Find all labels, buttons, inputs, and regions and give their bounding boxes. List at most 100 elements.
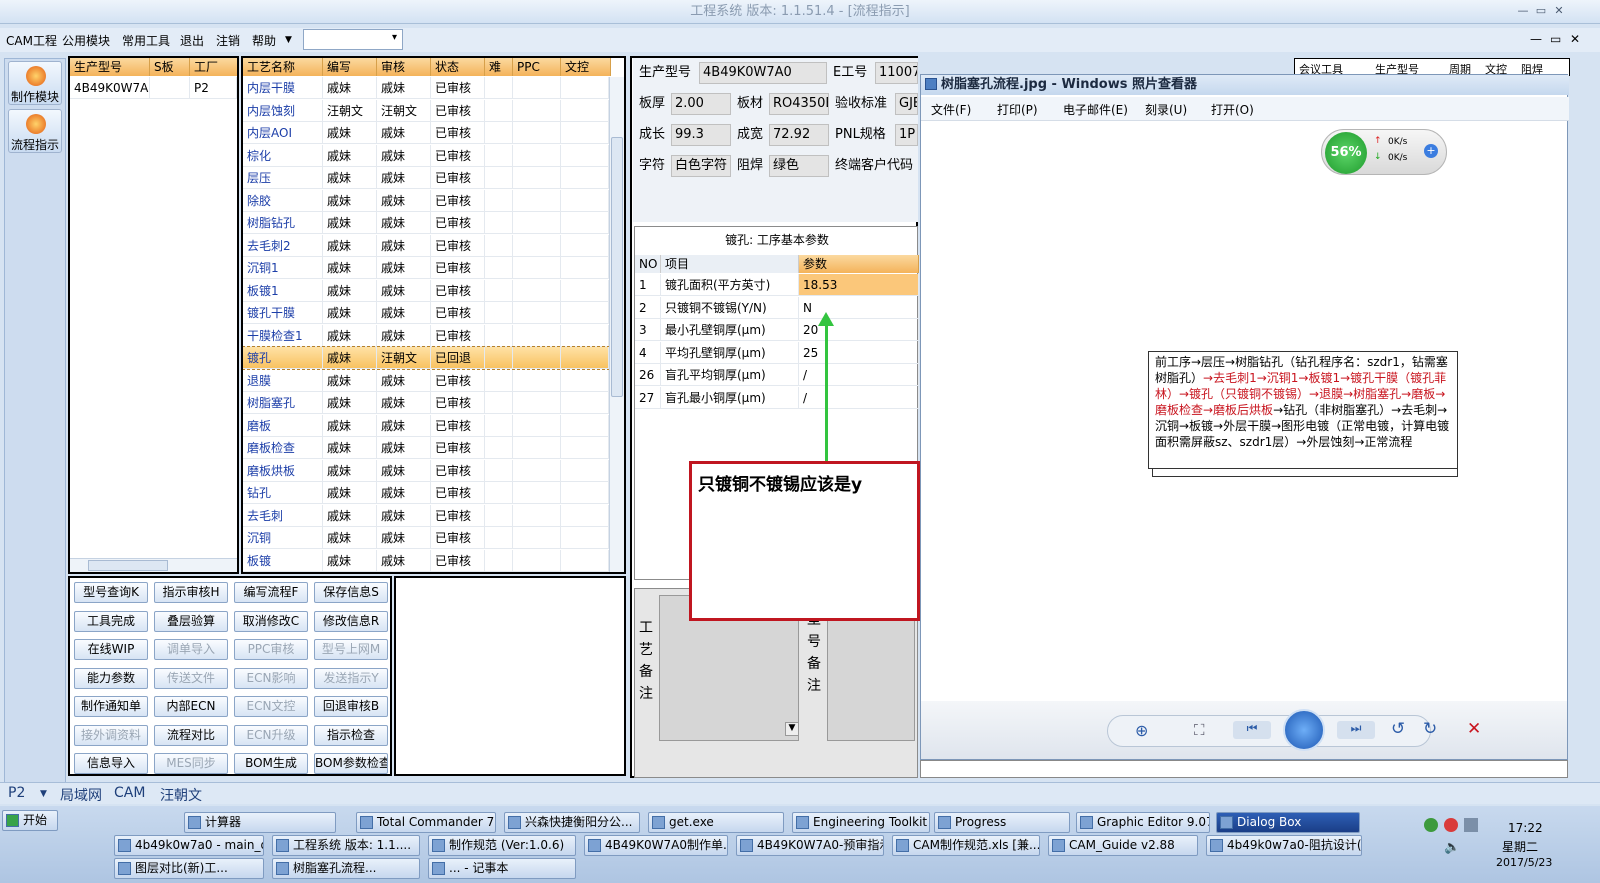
taskbar-button[interactable]: Total Commander 7.0...	[356, 812, 496, 833]
process-row[interactable]: 内层蚀刻 汪朝文 汪朝文 已审核	[243, 99, 609, 122]
model-row[interactable]: 4B49K0W7A0 P2	[70, 77, 237, 99]
material-field[interactable]: RO4350B	[769, 93, 829, 115]
standard-field[interactable]: GJB	[895, 93, 918, 115]
delete-icon[interactable]: ✕	[1467, 719, 1481, 739]
taskbar-button[interactable]: 工程系统 版本: 1.1....	[272, 835, 420, 856]
mask-field[interactable]: 绿色	[769, 155, 829, 177]
param-row[interactable]: 26 盲孔平均铜厚(μm) /	[635, 364, 919, 386]
process-row[interactable]: 去毛刺2 戚妹 戚妹 已审核	[243, 234, 609, 257]
taskbar-button[interactable]: 4B49K0W7A0-预审指示...	[736, 835, 884, 856]
minimize-icon[interactable]: —	[1515, 3, 1531, 19]
param-row[interactable]: 2 只镀铜不镀锡(Y/N) N	[635, 296, 919, 319]
action-button[interactable]: 回退审核B	[314, 696, 388, 717]
action-button[interactable]: 工具完成	[74, 610, 148, 632]
chevron-down-icon[interactable]: ▼	[40, 789, 47, 799]
taskbar-button[interactable]: 图层对比(新)工...	[114, 858, 264, 879]
width-field[interactable]: 72.92	[769, 124, 829, 146]
nav-make-module[interactable]: 制作模块	[8, 61, 62, 105]
taskbar-button[interactable]: CAM_Guide v2.88	[1048, 835, 1198, 856]
col-ppc[interactable]: PPC	[513, 58, 561, 76]
thickness-field[interactable]: 2.00	[671, 93, 731, 115]
process-row[interactable]: 退膜 戚妹 戚妹 已审核	[243, 369, 609, 392]
col-author[interactable]: 编写	[323, 58, 377, 76]
action-button[interactable]: 能力参数	[74, 667, 148, 689]
process-row[interactable]: 干膜检查1 戚妹 戚妹 已审核	[243, 324, 609, 347]
process-row[interactable]: 去毛刺 戚妹 戚妹 已审核	[243, 504, 609, 527]
clock-time[interactable]: 17:22	[1508, 821, 1543, 835]
action-button[interactable]: 信息导入	[74, 753, 148, 774]
process-row[interactable]: 层压 戚妹 戚妹 已审核	[243, 167, 609, 189]
col-sboard[interactable]: S板	[150, 58, 190, 76]
clock-day[interactable]: 星期二	[1502, 838, 1538, 855]
fit-window-icon[interactable]: ⛶	[1194, 721, 1205, 739]
taskbar-button[interactable]: Graphic Editor 9.07b2...	[1076, 812, 1210, 833]
chevron-down-icon[interactable]: ▼	[285, 35, 292, 45]
action-button[interactable]: MES同步	[154, 753, 228, 774]
nav-flow-guide[interactable]: 流程指示	[8, 109, 62, 153]
menu-cam[interactable]: CAM工程	[6, 32, 57, 49]
toolbar-combo[interactable]	[303, 29, 403, 50]
col-difficulty[interactable]: 难	[485, 58, 513, 76]
next-icon[interactable]: ⏭	[1337, 721, 1375, 739]
process-row[interactable]: 板镀 戚妹 戚妹 已审核	[243, 549, 609, 572]
viewer-menu-open[interactable]: 打开(O)	[1211, 101, 1254, 118]
process-row[interactable]: 板镀1 戚妹 戚妹 已审核	[243, 279, 609, 302]
col-status[interactable]: 状态	[431, 58, 485, 76]
action-button[interactable]: 传送文件	[154, 667, 228, 689]
process-vscroll[interactable]	[609, 77, 624, 572]
scroll-down-icon[interactable]: ▼	[785, 722, 799, 736]
action-button[interactable]: 型号查询K	[74, 582, 148, 603]
col-model[interactable]: 生产型号	[70, 58, 150, 76]
action-button[interactable]: ECN影响	[234, 667, 308, 689]
taskbar-button[interactable]: Engineering Toolkit 9....	[792, 812, 930, 833]
process-row[interactable]: 沉铜 戚妹 戚妹 已审核	[243, 527, 609, 549]
action-button[interactable]: 流程对比	[154, 724, 228, 746]
model-hscroll[interactable]	[70, 558, 237, 572]
viewer-menu-print[interactable]: 打印(P)	[997, 101, 1038, 118]
action-button[interactable]: 取消修改C	[234, 610, 308, 632]
process-row[interactable]: 内层干膜 戚妹 戚妹 已审核	[243, 77, 609, 99]
process-row[interactable]: 钻孔 戚妹 戚妹 已审核	[243, 482, 609, 504]
tray-icon[interactable]	[1444, 818, 1458, 832]
taskbar-button[interactable]: 4B49K0W7A0制作单.xls...	[584, 835, 728, 856]
close-icon[interactable]: ✕	[1551, 3, 1567, 19]
mdi-close-icon[interactable]: ✕	[1570, 32, 1580, 46]
taskbar-button[interactable]: get.exe	[648, 812, 784, 833]
clock-date[interactable]: 2017/5/23	[1496, 856, 1552, 869]
process-row[interactable]: 沉铜1 戚妹 戚妹 已审核	[243, 257, 609, 279]
col-process[interactable]: 工艺名称	[243, 58, 323, 76]
viewer-menu-email[interactable]: 电子邮件(E)	[1063, 101, 1128, 118]
process-row[interactable]: 镀孔干膜 戚妹 戚妹 已审核	[243, 302, 609, 324]
process-row[interactable]: 树脂塞孔 戚妹 戚妹 已审核	[243, 392, 609, 414]
vscroll-thumb[interactable]	[611, 137, 623, 397]
col-item[interactable]: 项目	[661, 255, 799, 273]
process-row[interactable]: 树脂钻孔 戚妹 戚妹 已审核	[243, 212, 609, 234]
status-factory[interactable]: P2	[8, 785, 25, 801]
action-button[interactable]: PPC审核	[234, 639, 308, 660]
char-field[interactable]: 白色字符	[671, 155, 731, 177]
menu-common[interactable]: 公用模块	[62, 32, 110, 49]
mdi-restore-icon[interactable]: ▭	[1550, 32, 1561, 46]
length-field[interactable]: 99.3	[671, 124, 731, 146]
plus-icon[interactable]: +	[1424, 144, 1438, 158]
network-icon[interactable]	[1464, 818, 1478, 832]
taskbar-button[interactable]: 4b49k0w7a0-阻抗设计(...	[1206, 835, 1362, 856]
process-row[interactable]: 除胶 戚妹 戚妹 已审核	[243, 189, 609, 212]
col-doc-control[interactable]: 文控	[561, 58, 611, 76]
viewer-menu-burn[interactable]: 刻录(U)	[1145, 101, 1187, 118]
process-row[interactable]: 磨板检查 戚妹 戚妹 已审核	[243, 437, 609, 459]
process-row[interactable]: 内层AOI 戚妹 戚妹 已审核	[243, 122, 609, 144]
process-row[interactable]: 磨板烘板 戚妹 戚妹 已审核	[243, 459, 609, 482]
taskbar-button[interactable]: CAM制作规范.xls [兼...	[892, 835, 1040, 856]
action-button[interactable]: 内部ECN	[154, 696, 228, 717]
volume-icon[interactable]: 🔈	[1444, 840, 1460, 855]
model-field[interactable]: 4B49K0W7A0	[699, 62, 827, 84]
action-button[interactable]: ECN升级	[234, 724, 308, 746]
menu-logout[interactable]: 注销	[216, 32, 240, 49]
action-button[interactable]: 指示审核H	[154, 582, 228, 603]
taskbar-button[interactable]: 制作规范 (Ver:1.0.6)	[428, 835, 576, 856]
viewer-menu-file[interactable]: 文件(F)	[931, 101, 971, 118]
pnl-field[interactable]: 1P	[895, 124, 918, 146]
taskbar-button[interactable]: 4b49k0w7a0 - main_qa	[114, 835, 264, 856]
menu-exit[interactable]: 退出	[180, 32, 204, 49]
